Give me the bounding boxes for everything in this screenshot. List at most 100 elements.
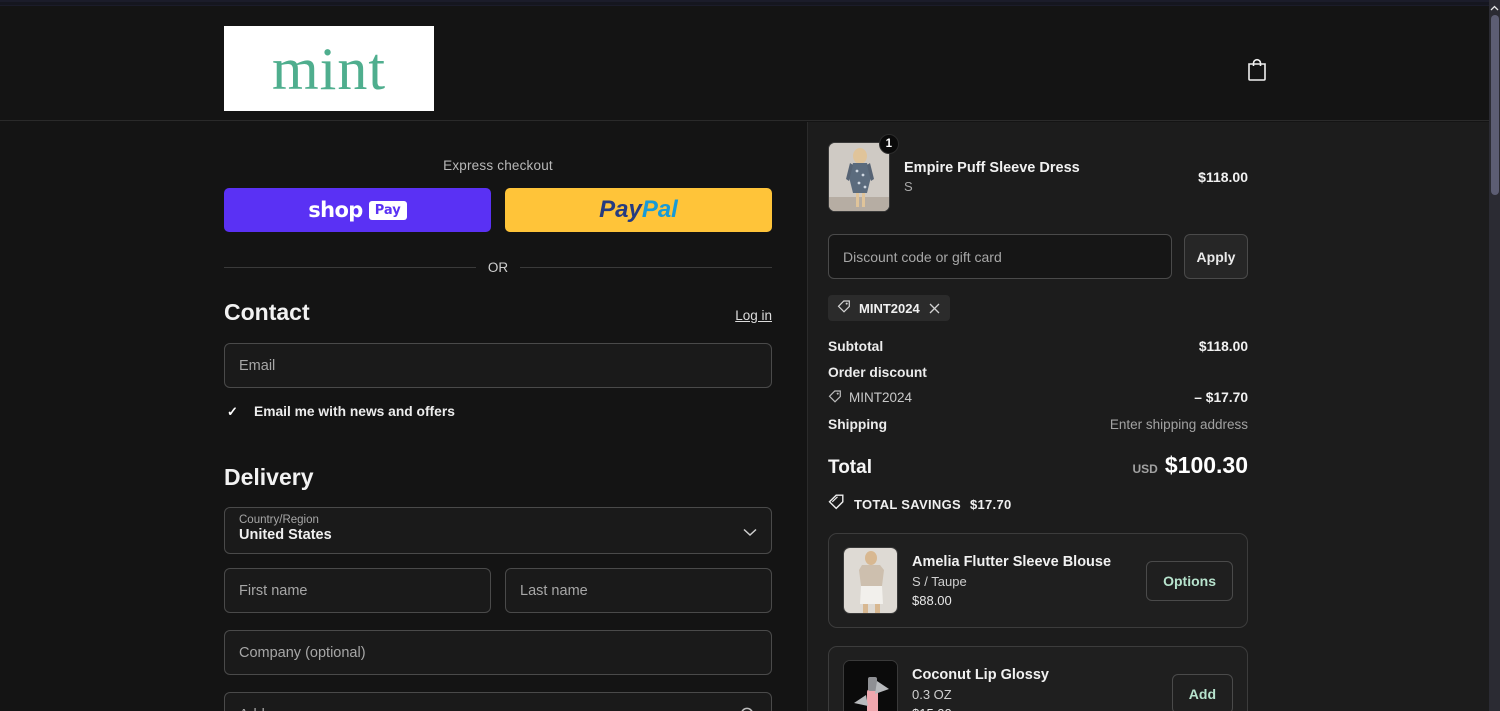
- dress-product-image: [829, 143, 889, 211]
- savings-tag-icon: [828, 493, 845, 515]
- address-placeholder: Address: [239, 707, 292, 711]
- cart-item-name: Empire Puff Sleeve Dress: [904, 160, 1080, 176]
- discount-code-placeholder: Discount code or gift card: [843, 248, 1002, 265]
- order-totals: Subtotal $118.00 Order discount MINT2024…: [828, 339, 1248, 515]
- express-checkout-buttons: shop Pay Pay Pal: [224, 188, 772, 232]
- email-field[interactable]: Email: [224, 343, 772, 388]
- shop-pay-wordmark: shop: [308, 198, 363, 222]
- order-discount-label: Order discount: [828, 365, 927, 380]
- scrollbar-thumb[interactable]: [1491, 15, 1499, 195]
- chevron-down-icon: [743, 524, 757, 542]
- log-in-link[interactable]: Log in: [735, 308, 772, 323]
- total-label: Total: [828, 457, 872, 478]
- shop-pay-badge: Pay: [368, 200, 407, 220]
- page-scrollbar[interactable]: [1489, 0, 1500, 711]
- applied-discount-code: MINT2024: [859, 300, 920, 316]
- country-region-label: Country/Region: [239, 514, 319, 526]
- discount-detail-row: MINT2024 – $17.70: [828, 389, 1248, 406]
- shop-pay-button[interactable]: shop Pay: [224, 188, 491, 232]
- remove-discount-icon[interactable]: [928, 302, 941, 315]
- newsletter-checkbox[interactable]: ✓: [224, 403, 241, 420]
- discount-row: Discount code or gift card Apply: [828, 234, 1248, 279]
- checkout-body: Express checkout shop Pay Pay Pal OR Con…: [0, 122, 1489, 711]
- email-placeholder: Email: [239, 357, 276, 374]
- checkout-form-column: Express checkout shop Pay Pay Pal OR Con…: [0, 122, 808, 711]
- first-name-placeholder: First name: [239, 582, 308, 599]
- store-logo[interactable]: mint: [224, 26, 434, 111]
- upsell-card-lipgloss: Coconut Lip Glossy 0.3 OZ $15.00 Add: [828, 646, 1248, 711]
- upsell-card-blouse: Amelia Flutter Sleeve Blouse S / Taupe $…: [828, 533, 1248, 628]
- order-discount-row: Order discount: [828, 365, 1248, 380]
- newsletter-label: Email me with news and offers: [254, 404, 455, 419]
- browser-chrome-inner: [0, 2, 1489, 5]
- upsell-add-button[interactable]: Add: [1171, 673, 1233, 711]
- cart-item-info: Empire Puff Sleeve Dress S: [904, 160, 1198, 194]
- upsell-thumbnail-lipgloss: [843, 660, 898, 711]
- total-savings-label: TOTAL SAVINGS: [854, 496, 961, 512]
- discount-detail-left: MINT2024: [828, 389, 912, 406]
- discount-detail-value: – $17.70: [1194, 390, 1248, 405]
- upsell-options-button[interactable]: Options: [1146, 560, 1233, 601]
- shipping-row: Shipping Enter shipping address: [828, 417, 1248, 432]
- upsell-variant-blouse: S / Taupe: [912, 573, 967, 589]
- company-field[interactable]: Company (optional): [224, 630, 772, 675]
- upsell-price-lipgloss: $15.00: [912, 706, 1158, 711]
- total-amount-group: USD $100.30: [1133, 452, 1248, 479]
- upsell-thumbnail-blouse: [843, 547, 898, 614]
- subtotal-label: Subtotal: [828, 339, 884, 354]
- contact-title: Contact: [224, 299, 310, 325]
- delivery-title: Delivery: [224, 464, 314, 490]
- tag-icon-small: [828, 389, 842, 406]
- company-placeholder: Company (optional): [239, 644, 366, 661]
- total-savings-row: TOTAL SAVINGS $17.70: [828, 493, 1248, 515]
- country-region-select[interactable]: Country/Region United States: [224, 507, 772, 554]
- or-divider: OR: [224, 260, 772, 275]
- discount-detail-code: MINT2024: [849, 390, 913, 405]
- name-fields-row: First name Last name: [224, 568, 772, 613]
- total-amount: $100.30: [1164, 452, 1248, 478]
- applied-discount-chip: MINT2024: [828, 295, 950, 321]
- paypal-button[interactable]: Pay Pal: [505, 188, 772, 232]
- store-logo-text: mint: [271, 35, 386, 102]
- upsell-variant-lipgloss: 0.3 OZ: [912, 686, 952, 702]
- upsell-price-blouse: $88.00: [912, 592, 952, 608]
- upsell-info-blouse: Amelia Flutter Sleeve Blouse S / Taupe $…: [912, 554, 1132, 608]
- cart-item-thumbnail: [828, 142, 890, 212]
- or-divider-label: OR: [487, 260, 509, 275]
- contact-section-header: Contact Log in: [224, 299, 772, 326]
- address-field[interactable]: Address: [224, 692, 772, 711]
- search-icon[interactable]: [739, 706, 757, 711]
- blouse-product-image: [844, 548, 897, 613]
- site-header: mint: [0, 6, 1489, 121]
- shipping-label: Shipping: [828, 417, 888, 432]
- upsell-name-blouse: Amelia Flutter Sleeve Blouse: [912, 553, 1112, 570]
- upsell-name-lipgloss: Coconut Lip Glossy: [912, 666, 1049, 683]
- cart-line-item: 1 Empire Puff Sleeve Dress S $118.00: [828, 134, 1248, 212]
- divider-line-right: [520, 267, 772, 268]
- tag-icon: [837, 299, 851, 318]
- paypal-wordmark-pal: Pal: [641, 196, 678, 223]
- checkout-page: mint Express checkout shop Pay Pay Pal O…: [0, 0, 1500, 711]
- paypal-wordmark-pay: Pay: [599, 196, 642, 223]
- shopping-bag-icon: [1248, 58, 1266, 81]
- cart-item-quantity-badge: 1: [878, 134, 899, 154]
- shipping-value: Enter shipping address: [1109, 417, 1248, 432]
- subtotal-value: $118.00: [1198, 339, 1248, 354]
- newsletter-checkbox-row[interactable]: ✓ Email me with news and offers: [224, 403, 772, 420]
- express-checkout-label: Express checkout: [443, 158, 553, 173]
- upsell-info-lipgloss: Coconut Lip Glossy 0.3 OZ $15.00: [912, 667, 1158, 711]
- apply-discount-button[interactable]: Apply: [1184, 234, 1248, 279]
- total-currency: USD: [1132, 462, 1158, 476]
- country-region-value: United States: [239, 527, 332, 543]
- grand-total-row: Total USD $100.30: [828, 452, 1248, 479]
- cart-item-price: $118.00: [1198, 169, 1248, 185]
- last-name-field[interactable]: Last name: [505, 568, 772, 613]
- scrollbar-up-arrow-icon[interactable]: [1489, 2, 1500, 13]
- order-summary-column: 1 Empire Puff Sleeve Dress S $118.00 Dis…: [808, 122, 1489, 711]
- cart-item-thumbnail-wrap: 1: [828, 134, 899, 212]
- cart-button[interactable]: [1240, 52, 1274, 86]
- first-name-field[interactable]: First name: [224, 568, 491, 613]
- last-name-placeholder: Last name: [520, 582, 588, 599]
- subtotal-row: Subtotal $118.00: [828, 339, 1248, 354]
- discount-code-input[interactable]: Discount code or gift card: [828, 234, 1172, 279]
